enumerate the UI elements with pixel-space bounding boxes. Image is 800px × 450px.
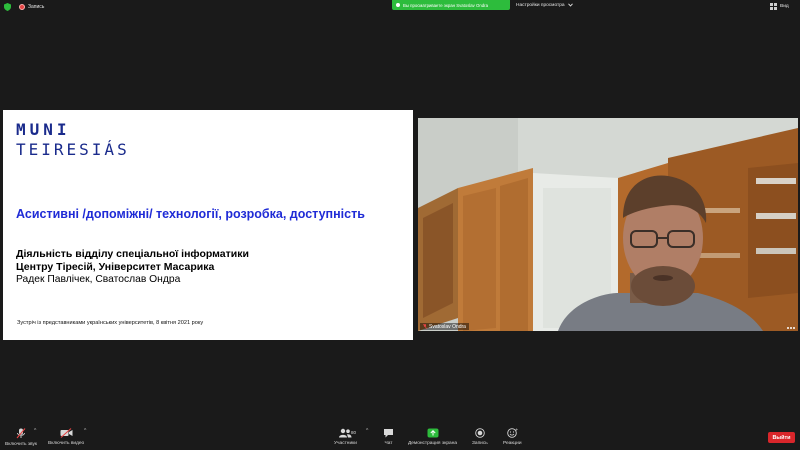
recording-label: Запись xyxy=(28,4,45,10)
slide-title: Асистивні /допоміжні/ технології, розроб… xyxy=(16,207,365,221)
screen-share-banner: Вы просматриваете экран Svatoslav Ondra xyxy=(392,0,510,10)
record-button[interactable]: Запись xyxy=(472,428,488,446)
leave-meeting-button[interactable]: Выйти xyxy=(768,432,795,443)
video-label: Включить видео xyxy=(48,441,85,446)
slide-authors: Радек Павлічек, Сватослав Ондра xyxy=(16,274,181,285)
share-screen-button[interactable]: Демонстрация экрана xyxy=(408,428,457,446)
teiresias-logo-text: TEIRESIÁS xyxy=(16,140,130,159)
reactions-label: Реакции xyxy=(503,441,522,446)
recording-dot-icon xyxy=(19,4,25,10)
share-status-dot-icon xyxy=(396,3,400,7)
chat-button[interactable]: Чат xyxy=(383,428,394,446)
audio-options-chevron-icon[interactable]: ^ xyxy=(34,428,36,434)
slide-footer: Зустріч із представниками українських ун… xyxy=(17,320,204,326)
view-button-label: Вид xyxy=(780,3,789,9)
mute-audio-button[interactable]: Включить звук xyxy=(5,428,37,447)
share-screen-label: Демонстрация экрана xyxy=(408,441,458,446)
smiley-face-icon: + xyxy=(507,428,518,438)
participant-name: Svatoslav Ondra xyxy=(429,323,466,330)
view-button[interactable]: Вид xyxy=(770,1,789,11)
mute-label: Включить звук xyxy=(5,442,37,447)
more-options-icon[interactable] xyxy=(787,327,795,329)
microphone-muted-icon xyxy=(423,324,427,329)
recording-indicator[interactable]: Запись xyxy=(19,2,44,12)
participants-count: 80 xyxy=(351,430,357,435)
slide-subtitle-line-2: Центру Тіресій, Університет Масарика xyxy=(16,261,215,273)
participants-label: Участники xyxy=(334,441,357,446)
meeting-window: Запись Вы просматриваете экран Svatoslav… xyxy=(0,0,800,450)
share-banner-text: Вы просматриваете экран Svatoslav Ondra xyxy=(403,2,488,8)
svg-text:+: + xyxy=(515,428,518,432)
video-options-chevron-icon[interactable]: ^ xyxy=(84,428,86,434)
slide-subtitle-line-1: Діяльність відділу спеціальної інформати… xyxy=(16,248,249,260)
meeting-toolbar: Включить звук ^ Включить видео ^ Участни… xyxy=(0,425,800,450)
record-label: Запись xyxy=(472,441,488,446)
video-feed-image xyxy=(418,118,798,331)
video-camera-off-icon xyxy=(60,428,73,438)
microphone-muted-icon xyxy=(16,428,26,439)
view-options-button[interactable]: Настройки просмотра xyxy=(516,0,573,10)
top-bar: Запись Вы просматриваете экран Svatoslav… xyxy=(0,0,800,14)
chevron-down-icon xyxy=(567,3,573,7)
shared-screen-slide: MUNI TEIRESIÁS Асистивні /допоміжні/ тех… xyxy=(3,110,413,340)
participant-name-tag: Svatoslav Ondra xyxy=(420,323,469,330)
participant-video[interactable]: Svatoslav Ondra xyxy=(418,118,798,331)
participants-options-chevron-icon[interactable]: ^ xyxy=(366,428,368,434)
share-screen-icon xyxy=(427,428,439,438)
grid-view-icon xyxy=(770,2,777,10)
start-video-button[interactable]: Включить видео xyxy=(48,428,84,446)
record-icon xyxy=(475,428,485,438)
muni-logo-text: MUNI xyxy=(16,120,71,139)
chat-label: Чат xyxy=(384,441,393,446)
view-options-label: Настройки просмотра xyxy=(516,2,565,8)
chat-bubble-icon xyxy=(384,429,393,438)
reactions-button[interactable]: + Реакции xyxy=(503,428,522,446)
security-shield-icon[interactable] xyxy=(4,3,11,11)
